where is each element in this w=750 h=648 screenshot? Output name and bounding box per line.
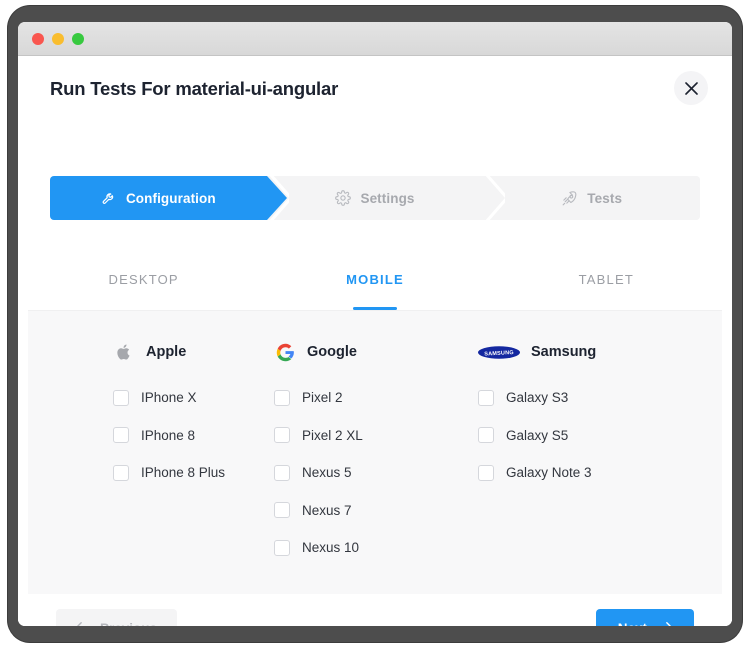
- stepper-label-tests: Tests: [587, 190, 623, 206]
- next-button-label: Next: [618, 621, 647, 627]
- vendor-header-google: Google: [274, 341, 458, 363]
- tab-desktop[interactable]: DESKTOP: [28, 248, 259, 310]
- dialog-header: Run Tests For material-ui-angular: [18, 56, 732, 126]
- previous-button-label: Previous: [100, 621, 157, 627]
- vendor-column-apple: Apple IPhone X IPhone 8 IPhone 8 Plus: [28, 341, 256, 567]
- device-item-iphone-8-plus[interactable]: IPhone 8 Plus: [113, 454, 256, 492]
- device-label-iphone-x: IPhone X: [141, 390, 197, 406]
- device-selection-panel: Apple IPhone X IPhone 8 IPhone 8 Plus Go…: [28, 310, 722, 594]
- wrench-icon: [101, 190, 117, 206]
- vendor-name-apple: Apple: [146, 344, 187, 360]
- vendor-header-samsung: SAMSUNG Samsung: [478, 341, 722, 363]
- gear-icon: [335, 190, 352, 206]
- device-checkbox-pixel-2[interactable]: [274, 389, 290, 406]
- apple-logo-icon: [113, 342, 135, 362]
- device-label-pixel-2-xl: Pixel 2 XL: [302, 427, 363, 443]
- device-label-iphone-8: IPhone 8: [141, 427, 196, 443]
- vendor-columns: Apple IPhone X IPhone 8 IPhone 8 Plus Go…: [28, 311, 722, 567]
- device-item-nexus-10[interactable]: Nexus 10: [274, 529, 458, 567]
- device-checkbox-nexus-7[interactable]: [274, 502, 290, 519]
- minimize-window-button[interactable]: [52, 33, 64, 45]
- stepper-chevron-2: [483, 176, 506, 220]
- app-window: Run Tests For material-ui-angular Config…: [18, 22, 732, 626]
- device-label-pixel-2: Pixel 2: [302, 390, 343, 406]
- device-checkbox-galaxy-s5[interactable]: [478, 427, 494, 444]
- device-label-nexus-7: Nexus 7: [302, 502, 352, 518]
- rocket-icon: [561, 190, 578, 207]
- device-label-galaxy-note-3: Galaxy Note 3: [506, 465, 592, 481]
- page-title: Run Tests For material-ui-angular: [50, 78, 339, 99]
- stepper-label-configuration: Configuration: [125, 190, 216, 206]
- run-tests-dialog: Run Tests For material-ui-angular Config…: [18, 56, 732, 626]
- tab-mobile[interactable]: MOBILE: [259, 248, 490, 310]
- google-logo-icon: [274, 343, 296, 362]
- device-item-galaxy-s3[interactable]: Galaxy S3: [478, 379, 722, 417]
- vendor-name-samsung: Samsung: [531, 344, 597, 360]
- window-titlebar: [18, 22, 732, 56]
- device-item-galaxy-s5[interactable]: Galaxy S5: [478, 417, 722, 455]
- device-label-galaxy-s5: Galaxy S5: [506, 427, 569, 443]
- tab-tablet[interactable]: TABLET: [491, 248, 722, 310]
- stepper-step-settings[interactable]: Settings: [266, 176, 506, 220]
- tab-desktop-label: DESKTOP: [108, 272, 179, 287]
- traffic-lights: [32, 33, 84, 45]
- wizard-stepper: Configuration Settings Tests: [50, 176, 700, 220]
- arrow-right-icon: [657, 621, 672, 626]
- tab-tablet-label: TABLET: [578, 272, 634, 287]
- device-checkbox-pixel-2-xl[interactable]: [274, 427, 290, 444]
- device-checkbox-iphone-8[interactable]: [113, 427, 129, 444]
- tab-mobile-label: MOBILE: [346, 272, 404, 287]
- device-label-nexus-5: Nexus 5: [302, 465, 352, 481]
- device-label-nexus-10: Nexus 10: [302, 540, 360, 556]
- vendor-column-samsung: SAMSUNG Samsung Galaxy S3 Galaxy S5 Gala…: [458, 341, 722, 567]
- device-item-iphone-8[interactable]: IPhone 8: [113, 417, 256, 455]
- device-item-iphone-x[interactable]: IPhone X: [113, 379, 256, 417]
- device-checkbox-iphone-x[interactable]: [113, 389, 129, 406]
- stepper-step-tests[interactable]: Tests: [483, 176, 700, 220]
- device-frame: Run Tests For material-ui-angular Config…: [8, 6, 742, 642]
- device-checkbox-galaxy-s3[interactable]: [478, 389, 494, 406]
- device-checkbox-nexus-5[interactable]: [274, 464, 290, 481]
- device-item-nexus-7[interactable]: Nexus 7: [274, 492, 458, 530]
- maximize-window-button[interactable]: [72, 33, 84, 45]
- dialog-footer: Previous Next: [18, 594, 732, 626]
- close-icon: [684, 81, 698, 95]
- device-item-pixel-2[interactable]: Pixel 2: [274, 379, 458, 417]
- stepper-chevron-1: [266, 176, 289, 220]
- vendor-name-google: Google: [307, 344, 357, 360]
- close-dialog-button[interactable]: [674, 71, 708, 105]
- device-checkbox-nexus-10[interactable]: [274, 539, 290, 556]
- device-checkbox-galaxy-note-3[interactable]: [478, 464, 494, 481]
- close-window-button[interactable]: [32, 33, 44, 45]
- device-label-galaxy-s3: Galaxy S3: [506, 390, 569, 406]
- stepper-step-configuration[interactable]: Configuration: [50, 176, 289, 220]
- vendor-column-google: Google Pixel 2 Pixel 2 XL Nexus 5 Nexus …: [256, 341, 458, 567]
- samsung-logo-icon: SAMSUNG: [478, 345, 520, 360]
- device-type-tabs: DESKTOP MOBILE TABLET: [28, 248, 722, 310]
- device-label-iphone-8-plus: IPhone 8 Plus: [141, 465, 226, 481]
- device-item-pixel-2-xl[interactable]: Pixel 2 XL: [274, 417, 458, 455]
- device-item-galaxy-note-3[interactable]: Galaxy Note 3: [478, 454, 722, 492]
- vendor-header-apple: Apple: [113, 341, 256, 363]
- arrow-left-icon: [76, 621, 91, 626]
- stepper-label-settings: Settings: [360, 190, 415, 206]
- previous-button[interactable]: Previous: [56, 609, 178, 627]
- device-checkbox-iphone-8-plus[interactable]: [113, 464, 129, 481]
- device-item-nexus-5[interactable]: Nexus 5: [274, 454, 458, 492]
- next-button[interactable]: Next: [595, 609, 694, 627]
